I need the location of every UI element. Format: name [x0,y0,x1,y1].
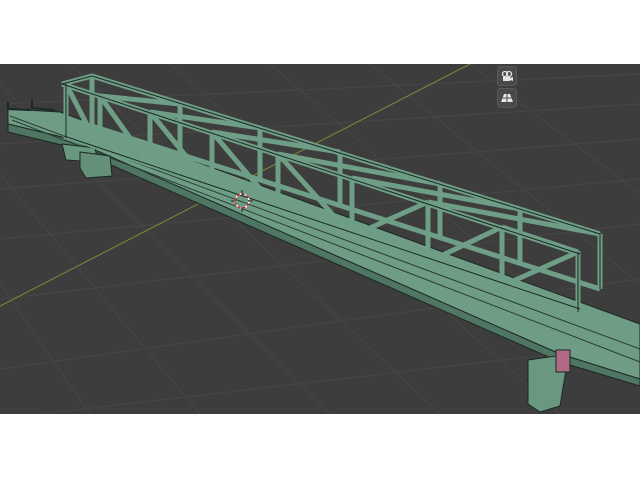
perspective-grid-icon[interactable] [497,88,517,108]
view-camera-icon[interactable] [497,66,517,86]
letterbox-top [0,0,640,64]
camera-glyph [501,70,513,81]
viewport-scene[interactable] [0,64,640,414]
grid-glyph [501,94,513,102]
3d-viewport[interactable] [0,64,640,414]
letterbox-bottom [0,414,640,480]
